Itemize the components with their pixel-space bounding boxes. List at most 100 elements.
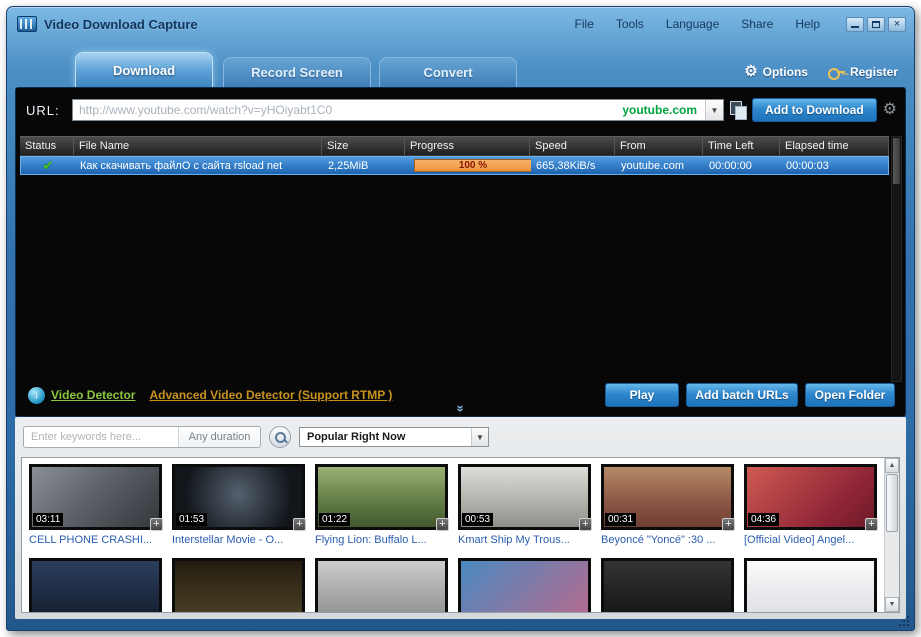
video-title[interactable]: Interstellar Movie - O... [172,534,305,546]
video-card-partial[interactable] [744,558,877,613]
video-thumbnail[interactable] [172,558,305,613]
tab-convert[interactable]: Convert [379,57,517,87]
download-table-header: Status File Name Size Progress Speed Fro… [20,136,889,156]
video-thumbnail[interactable]: 03:11 + [29,464,162,530]
register-label: Register [850,65,898,79]
add-video-icon[interactable]: + [293,518,306,531]
video-detector-icon: ↓ [28,387,45,404]
options-button[interactable]: ⚙ Options [744,64,808,79]
video-thumbnail[interactable]: 00:53 + [458,464,591,530]
add-to-download-button[interactable]: Add to Download [752,98,877,122]
menu-share[interactable]: Share [741,17,773,31]
video-card[interactable]: 01:22 + Flying Lion: Buffalo L... [315,464,448,546]
category-selected-label: Popular Right Now [307,431,405,443]
play-button[interactable]: Play [605,383,679,407]
video-title[interactable]: Kmart Ship My Trous... [458,534,591,546]
open-folder-button[interactable]: Open Folder [805,383,895,407]
cell-file-name: Как скачивать файлО с сайта rsload net [75,160,323,172]
column-file-name[interactable]: File Name [74,137,322,155]
window-title: Video Download Capture [44,17,198,32]
table-row[interactable]: ✔ Как скачивать файлО с сайта rsload net… [20,156,889,175]
video-thumbnail[interactable]: 00:31 + [601,464,734,530]
video-results-box: 03:11 + CELL PHONE CRASHI... 01:53 + Int… [21,457,900,613]
add-video-icon[interactable]: + [579,518,592,531]
thumbnail-image [604,561,731,613]
table-scrollbar[interactable] [891,136,902,382]
add-video-icon[interactable]: + [436,518,449,531]
video-thumbnail[interactable]: 04:36 + [744,464,877,530]
add-batch-urls-button[interactable]: Add batch URLs [686,383,798,407]
column-elapsed-time[interactable]: Elapsed time [780,137,889,155]
column-speed[interactable]: Speed [530,137,615,155]
column-progress[interactable]: Progress [405,137,530,155]
add-video-icon[interactable]: + [722,518,735,531]
collapse-panel-chevron-icon[interactable]: » [454,405,467,412]
video-thumbnail[interactable] [458,558,591,613]
video-card[interactable]: 00:53 + Kmart Ship My Trous... [458,464,591,546]
scroll-down-arrow-icon[interactable]: ▼ [885,597,899,612]
video-thumbnail[interactable] [744,558,877,613]
url-input[interactable] [73,100,613,120]
tab-record-screen[interactable]: Record Screen [223,57,371,87]
video-card[interactable]: 01:53 + Interstellar Movie - O... [172,464,305,546]
column-status[interactable]: Status [20,137,74,155]
thumbnail-image [318,561,445,613]
search-input[interactable] [24,431,178,443]
app-logo-icon [17,16,37,32]
video-card-partial[interactable] [458,558,591,613]
download-settings-gear-icon[interactable]: ⚙ [883,102,897,118]
video-card[interactable]: 00:31 + Beyoncé "Yoncé" :30 ... [601,464,734,546]
maximize-icon [872,21,880,28]
url-combobox: youtube.com ▼ [72,99,724,121]
video-thumbnail[interactable]: 01:53 + [172,464,305,530]
video-card-partial[interactable] [29,558,162,613]
add-video-icon[interactable]: + [150,518,163,531]
paste-url-icon[interactable] [730,101,746,119]
video-title[interactable]: Flying Lion: Buffalo L... [315,534,448,546]
add-video-icon[interactable]: + [865,518,878,531]
video-title[interactable]: Beyoncé "Yoncé" :30 ... [601,534,734,546]
video-thumbnail[interactable]: 01:22 + [315,464,448,530]
menu-tools[interactable]: Tools [616,17,644,31]
duration-badge: 03:11 [33,513,63,526]
scroll-up-arrow-icon[interactable]: ▲ [885,458,899,473]
video-card-partial[interactable] [315,558,448,613]
duration-filter-dropdown[interactable]: Any duration [178,427,260,447]
column-size[interactable]: Size [322,137,405,155]
cell-progress: 100 % [406,159,531,172]
menu-help[interactable]: Help [795,17,820,31]
video-detector-link[interactable]: Video Detector [51,388,135,402]
advanced-video-detector-link[interactable]: Advanced Video Detector (Support RTMP ) [149,388,392,402]
video-title[interactable]: CELL PHONE CRASHI... [29,534,162,546]
video-card-partial[interactable] [601,558,734,613]
table-scrollbar-thumb[interactable] [893,138,900,184]
video-list-scrollbar[interactable]: ▲ ▼ [884,458,899,612]
video-card[interactable]: 04:36 + [Official Video] Angel... [744,464,877,546]
search-bar: Any duration Popular Right Now ▼ [23,425,896,449]
category-dropdown[interactable]: Popular Right Now ▼ [299,427,489,447]
column-time-left[interactable]: Time Left [703,137,780,155]
column-from[interactable]: From [615,137,703,155]
video-title[interactable]: [Official Video] Angel... [744,534,877,546]
maximize-button[interactable] [867,17,885,32]
url-bar: URL: youtube.com ▼ Add to Download ⚙ [26,98,897,122]
category-dropdown-arrow-icon[interactable]: ▼ [471,428,488,446]
minimize-button[interactable] [846,17,864,32]
video-thumbnail[interactable] [601,558,734,613]
menu-language[interactable]: Language [666,17,719,31]
video-card[interactable]: 03:11 + CELL PHONE CRASHI... [29,464,162,546]
url-dropdown-arrow-icon[interactable]: ▼ [705,100,723,120]
video-thumbnail[interactable] [315,558,448,613]
video-thumbnail[interactable] [29,558,162,613]
menu-file[interactable]: File [575,17,594,31]
tab-download[interactable]: Download [75,52,213,87]
progress-percent-label: 100 % [415,160,531,171]
minimize-icon [851,26,859,28]
video-card-partial[interactable] [172,558,305,613]
resize-grip[interactable] [899,616,909,626]
close-button[interactable]: × [888,17,906,32]
register-button[interactable]: Register [828,65,898,79]
progress-bar: 100 % [414,159,531,172]
video-scrollbar-thumb[interactable] [886,474,898,532]
search-icon[interactable] [269,426,291,448]
